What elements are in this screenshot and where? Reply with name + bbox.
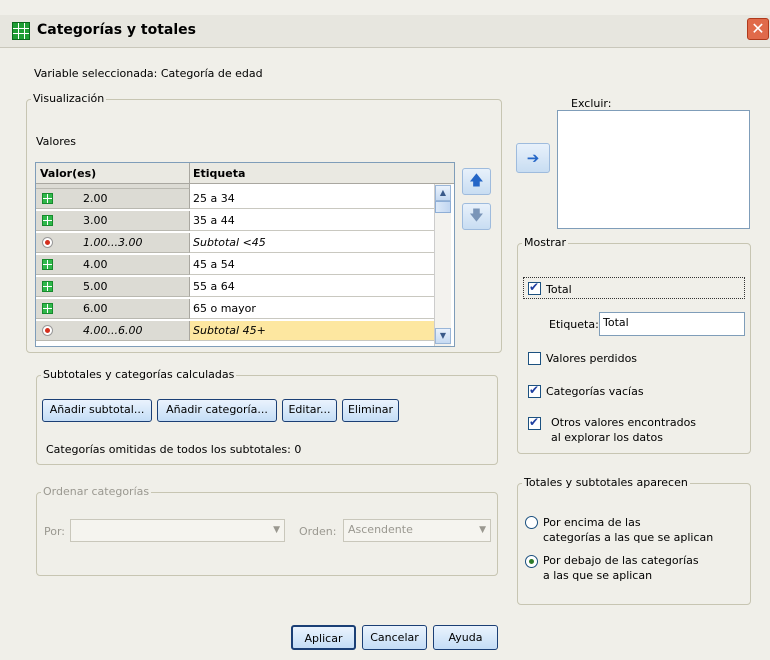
scroll-thumb[interactable]	[435, 201, 451, 213]
empty-categories-label[interactable]: Categorías vacías	[546, 385, 644, 398]
total-checkbox[interactable]	[528, 280, 541, 295]
above-radio[interactable]	[525, 516, 538, 529]
sort-legend: Ordenar categorías	[41, 485, 152, 498]
subtotals-legend: Subtotales y categorías calculadas	[41, 368, 237, 381]
below-label-1[interactable]: Por debajo de las categorías	[543, 554, 699, 567]
value-text: 4.00	[83, 258, 108, 271]
add-category-button[interactable]: Añadir categoría...	[157, 399, 277, 422]
categories-totals-dialog: Categorías y totales ✕ Variable seleccio…	[0, 0, 770, 660]
omitted-categories-text: Categorías omitidas de todos los subtota…	[46, 443, 302, 456]
label-cell[interactable]: Subtotal 45+	[190, 321, 434, 341]
below-label-2[interactable]: a las que se aplican	[543, 569, 652, 582]
missing-values-checkbox[interactable]	[528, 352, 541, 365]
table-row[interactable]: 5.00 55 a 64	[36, 277, 434, 298]
label-cell[interactable]: Subtotal <45	[190, 233, 434, 253]
label-cell[interactable]: 35 a 44	[190, 211, 434, 231]
category-icon	[42, 215, 53, 226]
values-label: Valores	[36, 135, 76, 148]
value-text: 2.00	[83, 192, 108, 205]
show-legend: Mostrar	[522, 236, 569, 249]
label-cell[interactable]: 45 a 54	[190, 255, 434, 275]
values-grid[interactable]: Valor(es) Etiqueta 2.00 25 a 34 3.00 35 a 4…	[35, 162, 455, 347]
close-icon[interactable]: ✕	[747, 18, 769, 40]
subtotal-icon	[42, 325, 53, 336]
total-label-input[interactable]: Total	[599, 312, 745, 336]
help-button[interactable]: Ayuda	[433, 625, 498, 650]
order-select[interactable]: Ascendente ▼	[343, 519, 491, 542]
value-text: 3.00	[83, 214, 108, 227]
value-cell[interactable]: 5.00	[36, 277, 190, 297]
other-values-label-1[interactable]: Otros valores encontrados	[551, 416, 696, 429]
total-checkbox-label[interactable]: Total	[546, 283, 572, 296]
table-row[interactable]: 4.00...6.00 Subtotal 45+	[36, 321, 434, 342]
move-down-button[interactable]: 🡇	[462, 203, 491, 230]
table-row[interactable]: 1.00...3.00 Subtotal <45	[36, 233, 434, 254]
label-cell[interactable]: 55 a 64	[190, 277, 434, 297]
category-icon	[42, 281, 53, 292]
exclude-list[interactable]	[557, 110, 750, 229]
value-cell[interactable]: 4.00	[36, 255, 190, 275]
move-up-button[interactable]: 🡅	[462, 168, 491, 195]
scroll-down-icon[interactable]: ▼	[435, 328, 451, 344]
above-label-1[interactable]: Por encima de las	[543, 516, 641, 529]
column-header-filler	[434, 163, 454, 184]
apply-button[interactable]: Aplicar	[291, 625, 356, 650]
sort-by-select[interactable]: ▼	[70, 519, 285, 542]
table-icon	[12, 22, 30, 40]
move-right-button[interactable]: ➔	[516, 143, 550, 173]
cancel-button[interactable]: Cancelar	[362, 625, 427, 650]
table-row[interactable]: 4.00 45 a 54	[36, 255, 434, 276]
value-text: 4.00...6.00	[83, 324, 143, 337]
value-text: 6.00	[83, 302, 108, 315]
selected-variable-text: Variable seleccionada: Categoría de edad	[34, 67, 263, 80]
category-icon	[42, 259, 53, 270]
order-label: Orden:	[299, 525, 337, 538]
other-values-checkbox[interactable]	[528, 415, 541, 430]
chevron-down-icon: ▼	[479, 525, 486, 535]
missing-values-label[interactable]: Valores perdidos	[546, 352, 637, 365]
empty-categories-checkbox[interactable]	[528, 383, 541, 398]
other-values-label-2[interactable]: al explorar los datos	[551, 431, 663, 444]
category-icon	[42, 193, 53, 204]
value-text: 5.00	[83, 280, 108, 293]
order-value: Ascendente	[348, 523, 413, 536]
position-group: Totales y subtotales aparecen	[517, 476, 751, 605]
category-icon	[42, 303, 53, 314]
table-row[interactable]: 3.00 35 a 44	[36, 211, 434, 232]
table-row[interactable]: 2.00 25 a 34	[36, 189, 434, 210]
value-cell[interactable]: 1.00...3.00	[36, 233, 190, 253]
value-cell[interactable]: 6.00	[36, 299, 190, 319]
sort-by-label: Por:	[44, 525, 66, 538]
edit-button[interactable]: Editar...	[282, 399, 337, 422]
position-legend: Totales y subtotales aparecen	[522, 476, 690, 489]
scroll-up-icon[interactable]: ▲	[435, 185, 451, 201]
label-cell[interactable]: 25 a 34	[190, 189, 434, 209]
value-cell[interactable]: 2.00	[36, 189, 190, 209]
subtotal-icon	[42, 237, 53, 248]
column-header-value[interactable]: Valor(es)	[36, 163, 190, 184]
column-header-label[interactable]: Etiqueta	[190, 163, 434, 184]
remove-button[interactable]: Eliminar	[342, 399, 399, 422]
exclude-label: Excluir:	[571, 97, 612, 110]
display-legend: Visualización	[31, 92, 107, 105]
table-row[interactable]: 6.00 65 o mayor	[36, 299, 434, 320]
value-text: 1.00...3.00	[83, 236, 143, 249]
grid-scrollbar[interactable]: ▲ ▼	[434, 184, 451, 346]
value-cell[interactable]: 4.00...6.00	[36, 321, 190, 341]
window-title: Categorías y totales	[37, 22, 196, 38]
above-label-2[interactable]: categorías a las que se aplican	[543, 531, 713, 544]
below-radio[interactable]	[525, 555, 538, 568]
title-bar: Categorías y totales	[0, 15, 770, 48]
add-subtotal-button[interactable]: Añadir subtotal...	[42, 399, 152, 422]
value-cell[interactable]: 3.00	[36, 211, 190, 231]
total-label-caption: Etiqueta:	[549, 318, 599, 331]
chevron-down-icon: ▼	[273, 525, 280, 535]
label-cell[interactable]: 65 o mayor	[190, 299, 434, 319]
